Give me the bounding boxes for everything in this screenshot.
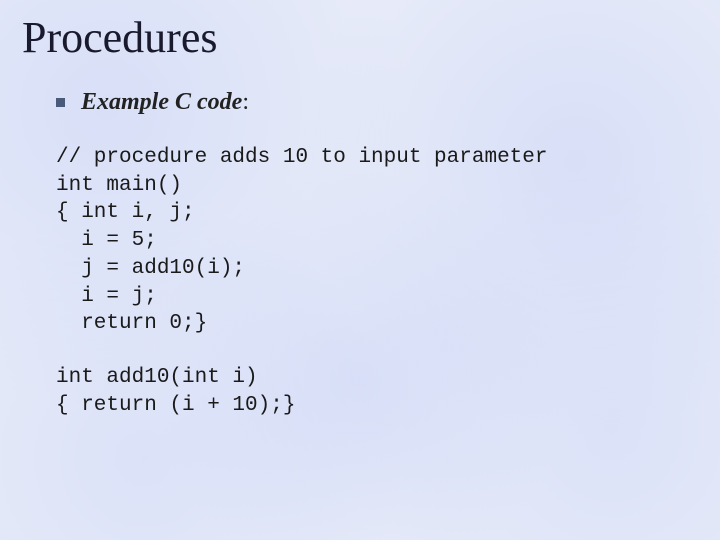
- bullet-label-suffix: :: [242, 89, 249, 115]
- bullet-label-text: Example C code: [81, 89, 242, 115]
- bullet-item: Example C code:: [56, 89, 692, 116]
- square-bullet-icon: [56, 98, 65, 107]
- slide-title: Procedures: [22, 12, 692, 63]
- bullet-label: Example C code:: [81, 89, 249, 116]
- code-block-main: // procedure adds 10 to input parameter …: [56, 144, 692, 338]
- code-block-add10: int add10(int i) { return (i + 10);}: [56, 364, 692, 419]
- slide: Procedures Example C code: // procedure …: [0, 0, 720, 540]
